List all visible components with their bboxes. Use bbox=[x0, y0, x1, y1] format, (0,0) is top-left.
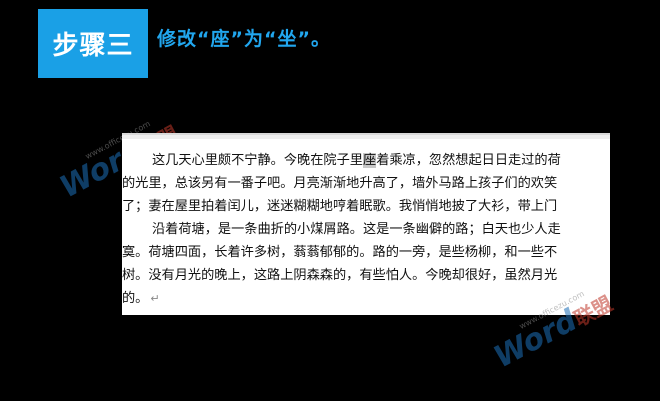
doc-line-3[interactable]: 了；妻在屋里拍着闰儿，迷迷糊糊地哼着眠歌。我悄悄地披了大衫，带上门 bbox=[122, 195, 610, 218]
doc-line-4-text: 沿着荷塘，是一条曲折的小煤屑路。这是一条幽僻的路；白天也少人走 bbox=[152, 222, 561, 237]
doc-line-6-text: 树。没有月光的晚上，这路上阴森森的，有些怕人。今晚却很好，虽然月光 bbox=[122, 268, 558, 283]
doc-line-4[interactable]: 沿着荷塘，是一条曲折的小煤屑路。这是一条幽僻的路；白天也少人走 bbox=[122, 218, 610, 241]
doc-line-2[interactable]: 的光里，总该另有一番子吧。月亮渐渐地升高了，墙外马路上孩子们的欢笑 bbox=[122, 172, 610, 195]
doc-line-1-post: 着乘凉，忽然想起日日走过的荷 bbox=[376, 153, 561, 168]
doc-line-1[interactable]: 这几天心里颇不宁静。今晚在院子里座着乘凉，忽然想起日日走过的荷 bbox=[122, 149, 610, 172]
page-top-edge bbox=[122, 135, 610, 139]
doc-line-5-text: 寞。荷塘四面，长着许多树，蓊蓊郁郁的。路的一旁，是些杨柳，和一些不 bbox=[122, 245, 558, 260]
document-text[interactable]: 这几天心里颇不宁静。今晚在院子里座着乘凉，忽然想起日日走过的荷 的光里，总该另有… bbox=[122, 149, 610, 310]
doc-line-7[interactable]: 的。 ↵ bbox=[122, 287, 610, 310]
doc-line-3-text: 了；妻在屋里拍着闰儿，迷迷糊糊地哼着眠歌。我悄悄地披了大衫，带上门 bbox=[122, 199, 558, 214]
doc-line-7-text: 的。 bbox=[122, 291, 149, 306]
selected-char[interactable]: 座 bbox=[363, 153, 377, 168]
doc-line-1-pre: 这几天心里颇不宁静。今晚在院子里 bbox=[152, 153, 363, 168]
doc-line-6[interactable]: 树。没有月光的晚上，这路上阴森森的，有些怕人。今晚却很好，虽然月光 bbox=[122, 264, 610, 287]
document-page[interactable]: 这几天心里颇不宁静。今晚在院子里座着乘凉，忽然想起日日走过的荷 的光里，总该另有… bbox=[122, 133, 610, 315]
step-badge: 步骤三 bbox=[38, 9, 148, 78]
paragraph-mark-icon: ↵ bbox=[150, 292, 160, 305]
doc-line-5[interactable]: 寞。荷塘四面，长着许多树，蓊蓊郁郁的。路的一旁，是些杨柳，和一些不 bbox=[122, 241, 610, 264]
doc-line-2-text: 的光里，总该另有一番子吧。月亮渐渐地升高了，墙外马路上孩子们的欢笑 bbox=[122, 176, 558, 191]
step-instruction: 修改“座”为“坐”。 bbox=[157, 28, 331, 50]
